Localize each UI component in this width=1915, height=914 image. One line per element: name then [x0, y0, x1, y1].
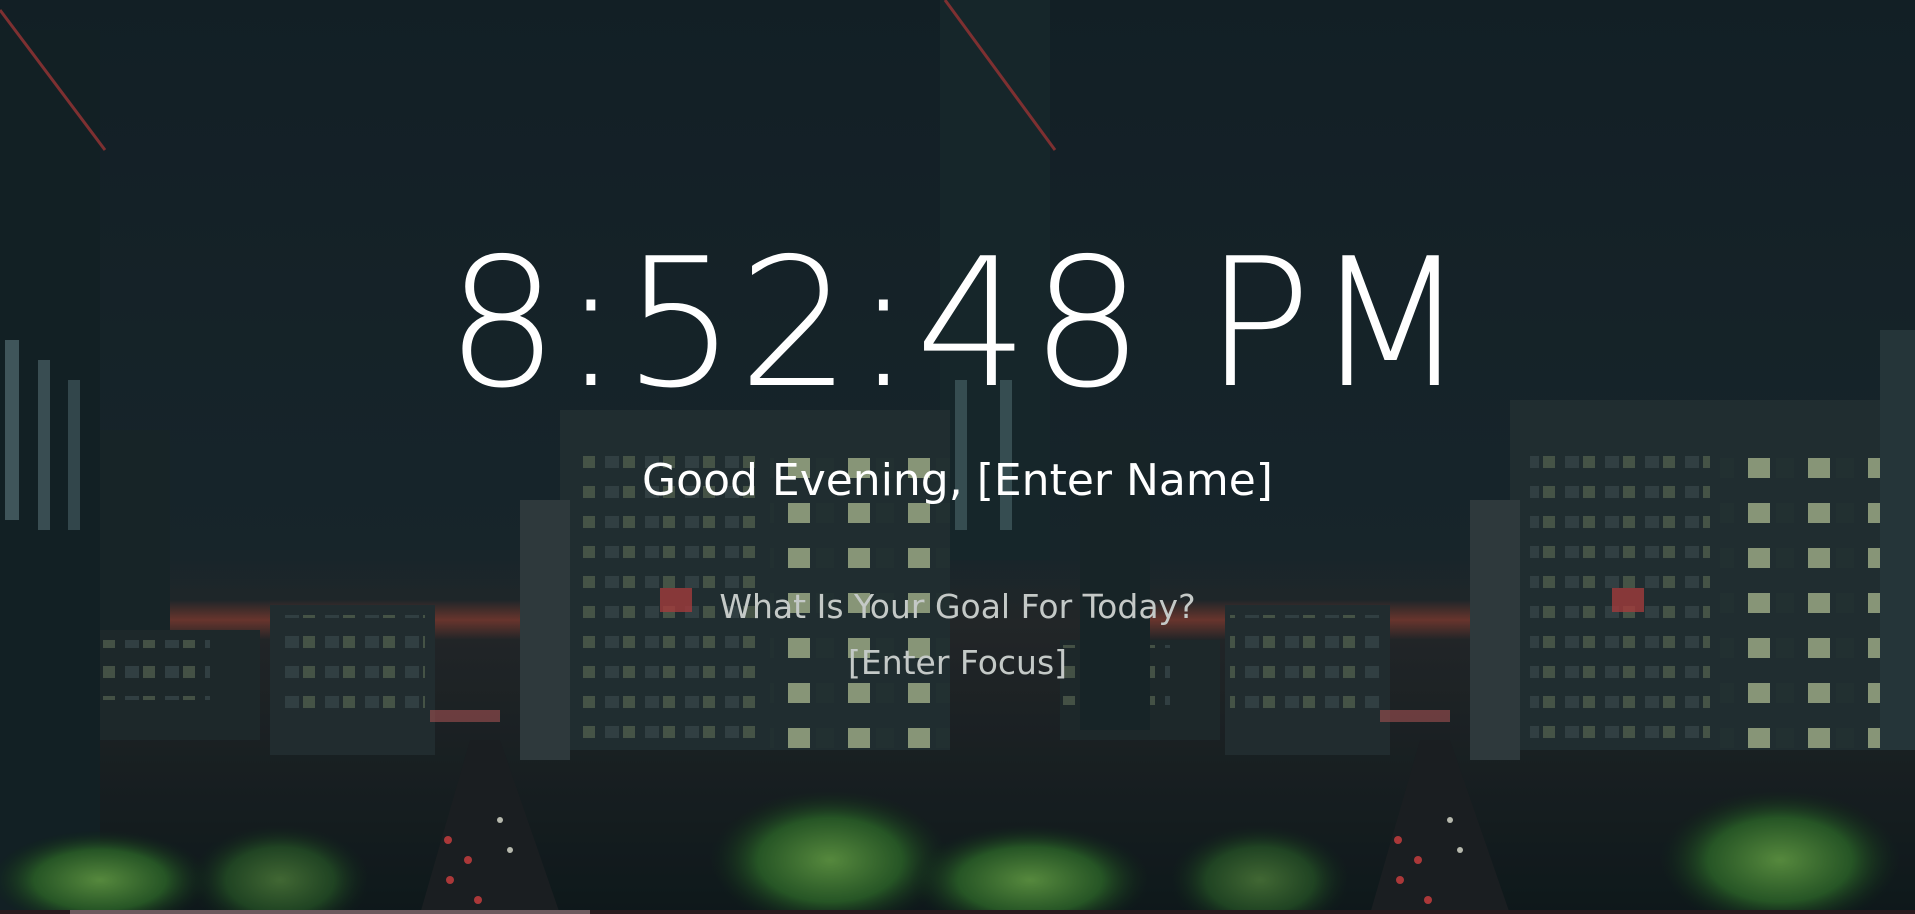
momentum-dashboard: 8:52:48 PM Good Evening, [Enter Name] Wh… — [0, 0, 1915, 914]
greeting: Good Evening, [Enter Name] — [0, 455, 1915, 508]
bottom-bar-segment — [70, 910, 590, 914]
greeting-prefix: Good Evening, — [642, 455, 977, 506]
bottom-bar — [0, 910, 1915, 914]
clock-time: 8:52:48 PM — [445, 220, 1470, 427]
focus-question: What Is Your Goal For Today? — [719, 587, 1196, 626]
focus-input[interactable]: [Enter Focus] — [0, 643, 1915, 683]
dashboard-overlay: 8:52:48 PM Good Evening, [Enter Name] Wh… — [0, 0, 1915, 914]
name-input[interactable]: [Enter Name] — [977, 455, 1273, 506]
